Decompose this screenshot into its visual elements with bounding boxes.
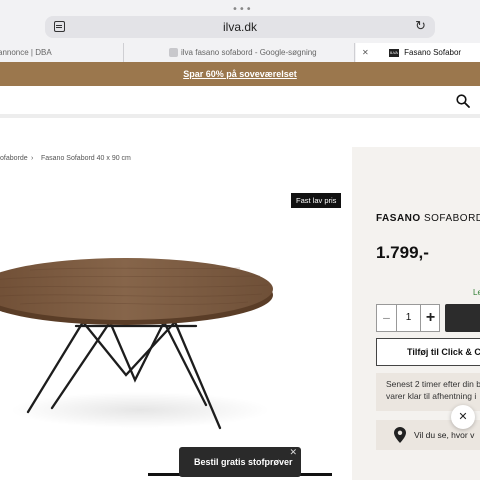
click-collect-button[interactable]: Tilføj til Click & Co bbox=[376, 338, 480, 366]
tab-ilva-active[interactable]: ✕ ILVA Fasano Sofabor bbox=[356, 43, 480, 62]
breadcrumb-item-category[interactable]: ofaborde bbox=[0, 155, 28, 162]
fabric-samples-toast[interactable]: Bestil gratis stofprøver ✕ bbox=[179, 447, 301, 477]
quantity-stepper: − 1 + bbox=[376, 304, 440, 332]
close-tab-icon[interactable]: ✕ bbox=[362, 48, 369, 57]
browser-chrome: ••• ilva.dk ↻ annonce | DBA ilva fasano … bbox=[0, 0, 480, 62]
ilva-favicon-icon: ILVA bbox=[388, 48, 399, 57]
page: ••• ilva.dk ↻ annonce | DBA ilva fasano … bbox=[0, 0, 480, 480]
promo-link[interactable]: Spar 60% på soveværelset bbox=[183, 69, 297, 79]
tab-label: ilva fasano sofabord - Google-søgning bbox=[181, 48, 317, 57]
tab-dba[interactable]: annonce | DBA bbox=[0, 43, 124, 62]
breadcrumb-item-current: Fasano Sofabord 40 x 90 cm bbox=[41, 155, 131, 162]
pickup-info-line: Senest 2 timer efter din b bbox=[386, 379, 480, 389]
pickup-info-line: varer klar til afhentning i bbox=[386, 391, 477, 401]
tab-label: annonce | DBA bbox=[0, 48, 52, 57]
quantity-input[interactable]: 1 bbox=[396, 305, 421, 331]
location-pin-icon bbox=[394, 427, 406, 443]
url-text[interactable]: ilva.dk bbox=[45, 20, 435, 34]
reload-icon[interactable]: ↻ bbox=[415, 19, 426, 34]
address-bar[interactable]: ilva.dk ↻ bbox=[45, 16, 435, 38]
product-title: FASANO SOFABORD 4 bbox=[376, 213, 480, 224]
promo-banner: Spar 60% på soveværelset bbox=[0, 62, 480, 86]
window-menu-dots[interactable]: ••• bbox=[232, 4, 253, 15]
product-price: 1.799,- bbox=[376, 243, 429, 262]
product-brand: FASANO bbox=[376, 213, 421, 224]
site-header bbox=[0, 86, 480, 118]
see-in-store-label: Vil du se, hvor v bbox=[414, 430, 475, 440]
close-icon[interactable]: ✕ bbox=[289, 448, 297, 458]
tab-google-search[interactable]: ilva fasano sofabord - Google-søgning bbox=[125, 43, 355, 62]
quantity-decrease-button[interactable]: − bbox=[377, 305, 396, 331]
toast-label[interactable]: Bestil gratis stofprøver bbox=[194, 457, 293, 467]
tab-label: Fasano Sofabor bbox=[404, 48, 462, 57]
quantity-increase-button[interactable]: + bbox=[421, 305, 440, 331]
chat-close-button[interactable]: ✕ bbox=[451, 405, 475, 429]
tab-strip: annonce | DBA ilva fasano sofabord - Goo… bbox=[0, 43, 480, 62]
product-name: SOFABORD 4 bbox=[423, 213, 480, 224]
google-favicon-icon bbox=[169, 48, 178, 57]
add-to-cart-button[interactable] bbox=[445, 304, 480, 332]
product-image[interactable] bbox=[0, 230, 290, 450]
delivery-status: Le bbox=[473, 288, 480, 297]
fixed-low-price-badge: Fast lav pris bbox=[291, 193, 342, 208]
breadcrumb-separator: › bbox=[31, 155, 34, 162]
search-icon[interactable] bbox=[456, 94, 470, 108]
